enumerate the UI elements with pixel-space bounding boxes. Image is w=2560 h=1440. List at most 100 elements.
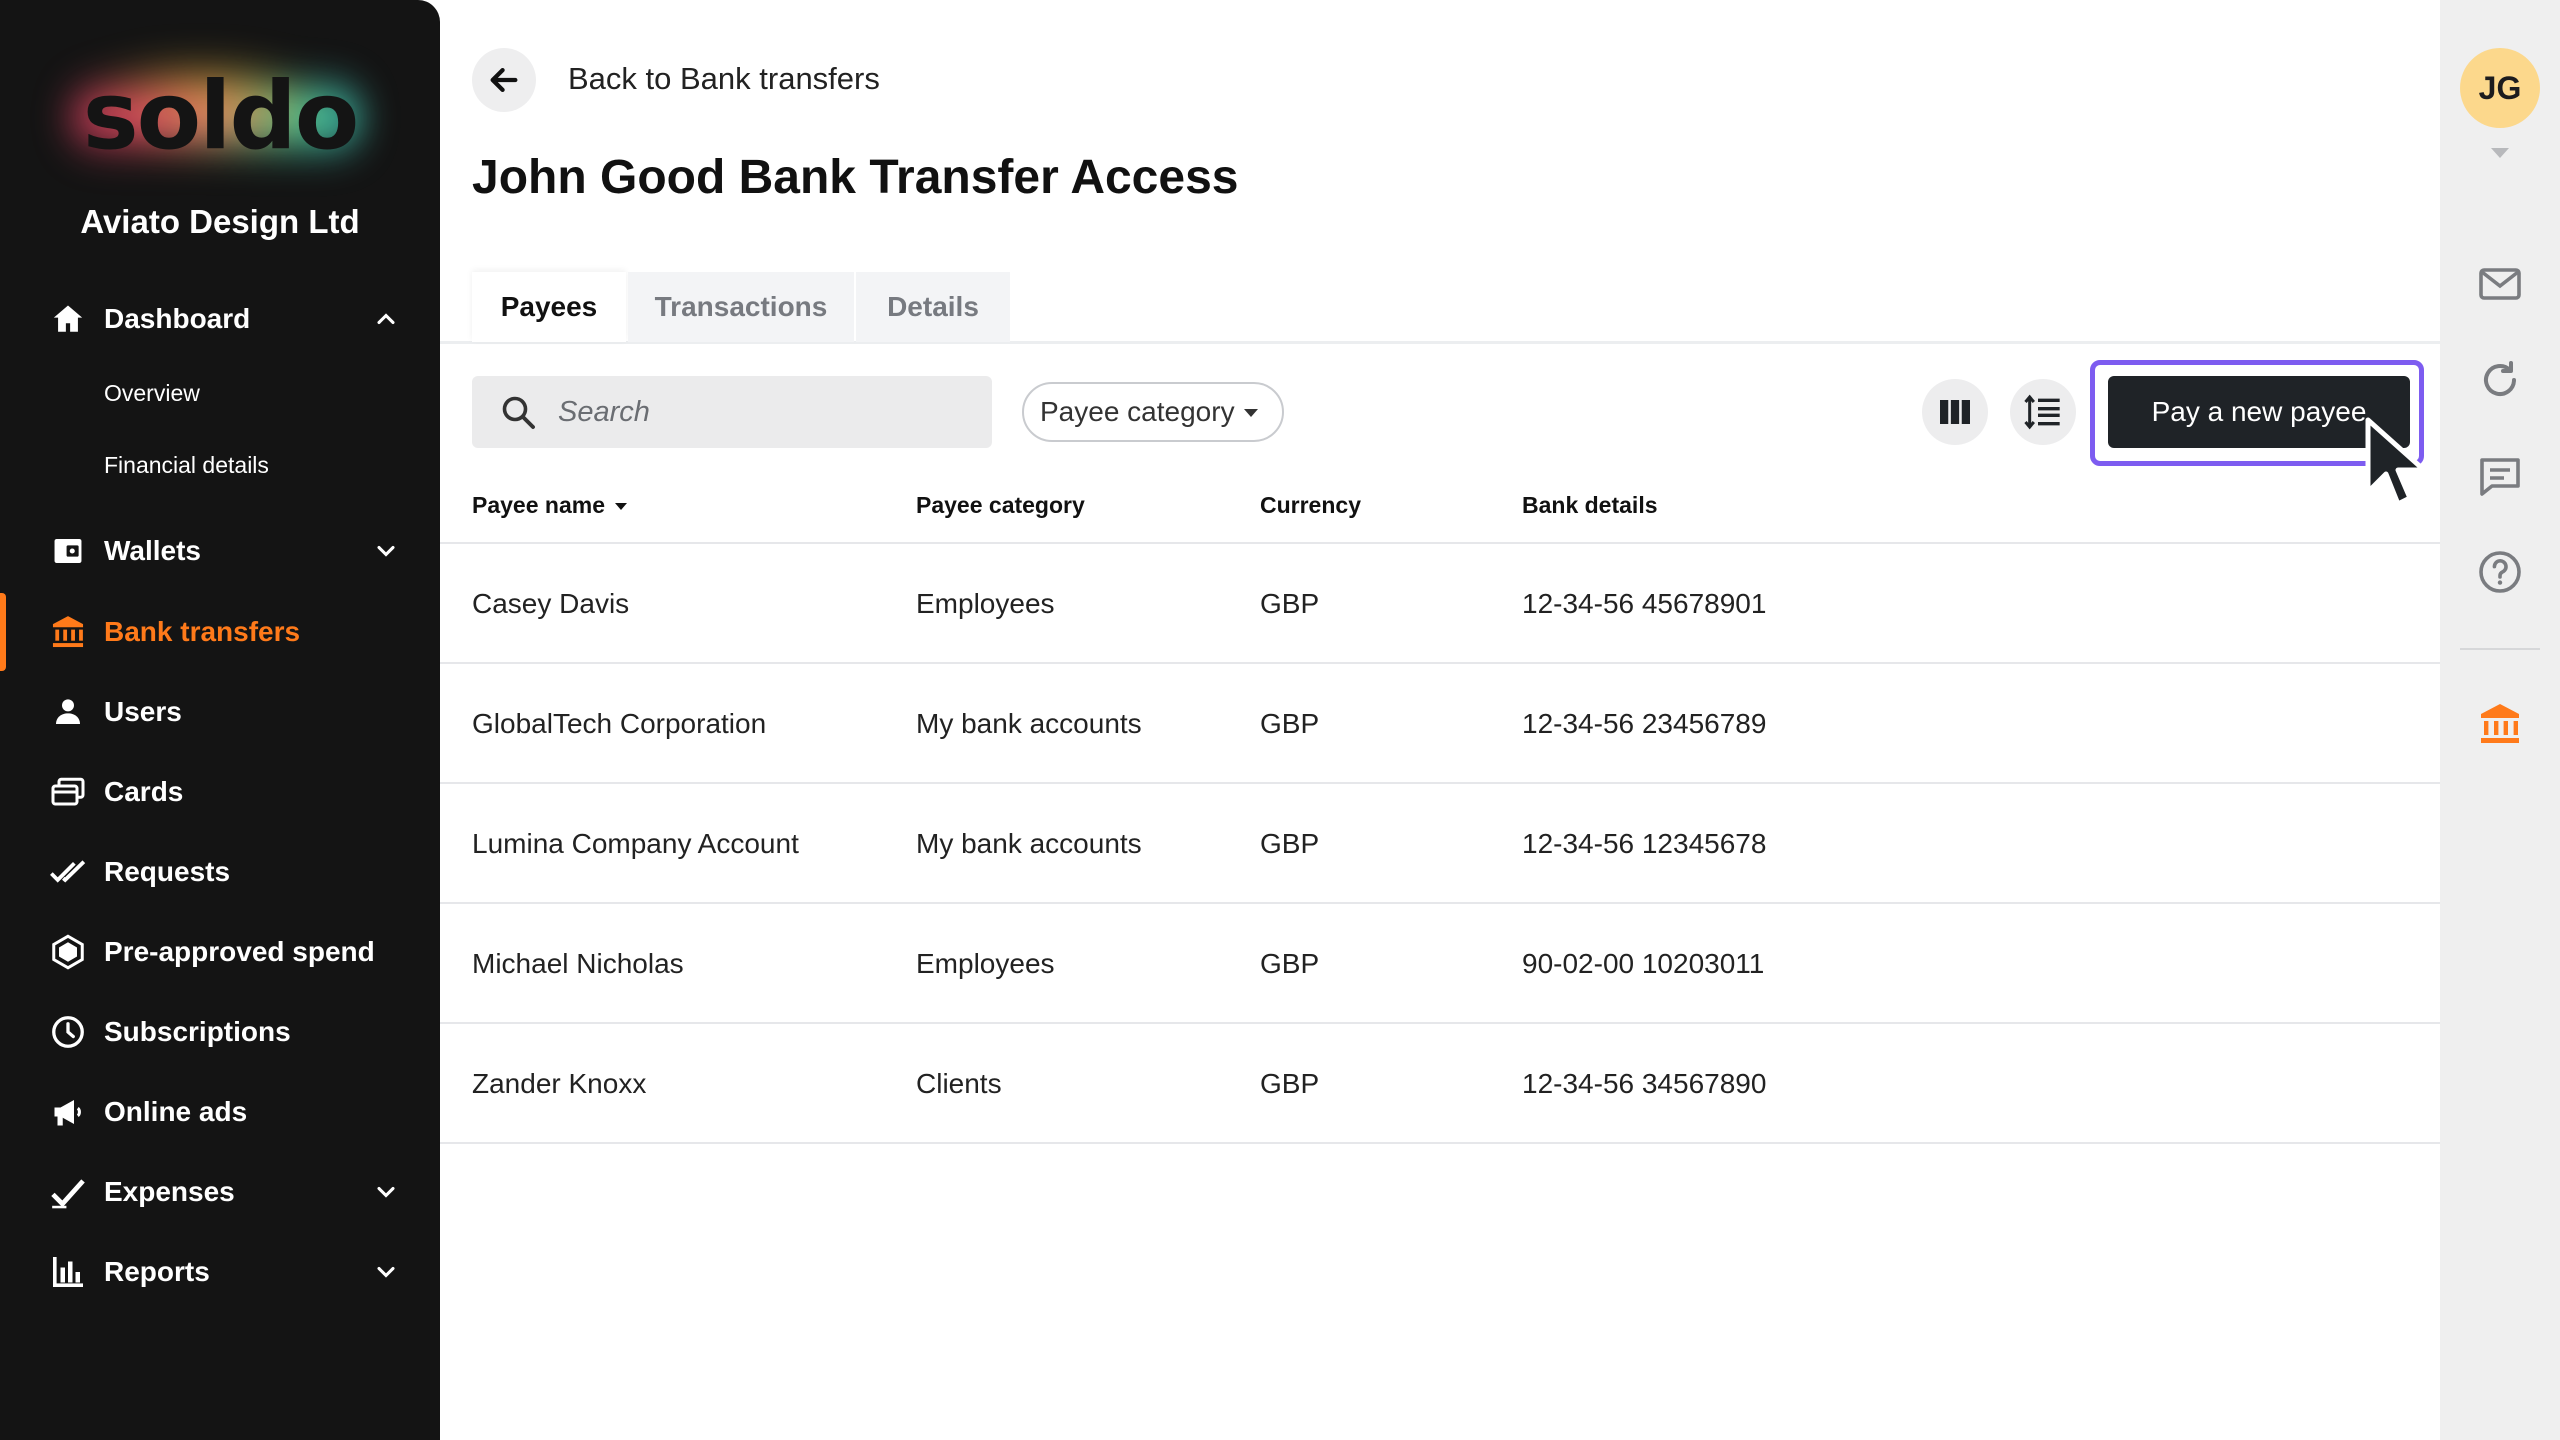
row-divider	[440, 662, 2440, 664]
search-input[interactable]	[558, 390, 958, 434]
chevron-down-icon[interactable]	[372, 1178, 400, 1206]
nav-bank-transfers[interactable]: Bank transfers	[0, 601, 440, 663]
arrow-left-icon	[490, 67, 518, 93]
cell-payee-category: My bank accounts	[916, 708, 1142, 739]
avatar-caret-icon[interactable]	[2491, 148, 2509, 158]
double-check-icon	[48, 852, 88, 892]
cell-payee-category: Employees	[916, 948, 1055, 979]
nav-wallets-label: Wallets	[104, 535, 201, 566]
row-divider	[440, 782, 2440, 784]
nav-online-ads[interactable]: Online ads	[0, 1081, 440, 1143]
chevron-down-icon[interactable]	[372, 1258, 400, 1286]
nav-wallets[interactable]: Wallets	[0, 520, 440, 582]
cell-bank-details: 12-34-56 12345678	[1522, 828, 1767, 859]
wallet-icon	[48, 531, 88, 571]
header-divider	[440, 542, 2440, 544]
nav-users-label: Users	[104, 696, 182, 727]
chat-icon[interactable]	[2476, 452, 2524, 500]
search-icon	[502, 396, 535, 429]
cell-bank-details: 12-34-56 34567890	[1522, 1068, 1767, 1099]
sort-down-icon	[614, 503, 627, 511]
line-height-icon	[2024, 394, 2060, 430]
nav-pre-approved-spend[interactable]: Pre-approved spend	[0, 921, 440, 983]
sidebar: soldo Aviato Design Ltd Dashboard Overvi…	[0, 0, 440, 1440]
nav-dashboard-label: Dashboard	[104, 303, 251, 334]
cell-payee-category: Employees	[916, 588, 1055, 619]
back-link[interactable]: Back to Bank transfers	[568, 61, 880, 97]
cell-bank-details: 90-02-00 10203011	[1522, 948, 1765, 979]
mail-icon[interactable]	[2476, 260, 2524, 308]
nav-reports[interactable]: Reports	[0, 1241, 440, 1303]
checkmark-icon	[48, 1172, 88, 1212]
cell-payee-name: Michael Nicholas	[472, 948, 684, 979]
cell-payee-category: My bank accounts	[916, 828, 1142, 859]
avatar[interactable]: JG	[2460, 48, 2540, 128]
column-header-payee-name[interactable]: Payee name	[472, 492, 627, 519]
nav-dashboard[interactable]: Dashboard	[0, 288, 440, 350]
nav-expenses[interactable]: Expenses	[0, 1161, 440, 1223]
chevron-up-icon[interactable]	[372, 305, 400, 333]
cell-payee-name: Casey Davis	[472, 588, 630, 619]
nav-online-ads-label: Online ads	[104, 1096, 248, 1127]
cell-bank-details: 12-34-56 23456789	[1522, 708, 1767, 739]
cell-currency: GBP	[1260, 708, 1320, 739]
columns-button[interactable]	[1922, 379, 1988, 445]
user-icon	[48, 692, 88, 732]
back-button[interactable]	[472, 48, 536, 112]
cell-payee-name: Zander Knoxx	[472, 1068, 647, 1099]
nav-requests-label: Requests	[104, 856, 231, 887]
row-density-button[interactable]	[2010, 379, 2076, 445]
help-icon[interactable]	[2476, 548, 2524, 596]
payee-category-filter[interactable]: Payee category	[1022, 382, 1284, 442]
column-header-currency: Currency	[1260, 492, 1361, 518]
cell-currency: GBP	[1260, 948, 1320, 979]
rail-divider	[2460, 648, 2540, 650]
nav-reports-label: Reports	[104, 1256, 210, 1287]
column-header-payee-category: Payee category	[916, 492, 1085, 518]
cell-payee-name: GlobalTech Corporation	[472, 708, 767, 739]
nav-bank-transfers-label: Bank transfers	[104, 616, 301, 647]
megaphone-icon	[48, 1092, 88, 1132]
nav-cards[interactable]: Cards	[0, 761, 440, 823]
cell-payee-category: Clients	[916, 1068, 1002, 1099]
bar-chart-icon	[48, 1252, 88, 1292]
nav-financial-details[interactable]: Financial details	[104, 452, 269, 479]
chevron-down-icon[interactable]	[372, 537, 400, 565]
refresh-icon[interactable]	[2476, 356, 2524, 404]
soldo-logo[interactable]: soldo	[60, 52, 380, 182]
mouse-cursor-icon	[2365, 417, 2427, 507]
columns-icon	[1940, 400, 1970, 424]
cell-currency: GBP	[1260, 828, 1320, 859]
row-divider	[440, 1022, 2440, 1024]
nav-cards-label: Cards	[104, 776, 184, 807]
nav-pre-approved-label: Pre-approved spend	[104, 936, 375, 967]
tab-details[interactable]: Details	[856, 272, 1010, 342]
caret-down-icon	[1244, 409, 1258, 417]
nav-expenses-label: Expenses	[104, 1176, 235, 1207]
column-header-bank-details: Bank details	[1522, 492, 1658, 518]
nav-users[interactable]: Users	[0, 681, 440, 743]
clock-icon	[48, 1012, 88, 1052]
organization-name: Aviato Design Ltd	[80, 203, 360, 240]
row-divider	[440, 902, 2440, 904]
filter-label: Payee category	[1040, 396, 1235, 427]
nav-overview[interactable]: Overview	[104, 380, 200, 407]
cell-currency: GBP	[1260, 1068, 1320, 1099]
bank-icon[interactable]	[2476, 700, 2524, 748]
bank-icon	[48, 612, 88, 652]
header-name-label: Payee name	[472, 492, 605, 518]
logo-text: soldo	[82, 62, 360, 171]
cell-currency: GBP	[1260, 588, 1320, 619]
nav-subscriptions-label: Subscriptions	[104, 1016, 291, 1047]
search-box[interactable]	[472, 376, 992, 448]
hexagon-icon	[48, 932, 88, 972]
row-divider	[440, 1142, 2440, 1144]
nav-requests[interactable]: Requests	[0, 841, 440, 903]
nav-subscriptions[interactable]: Subscriptions	[0, 1001, 440, 1063]
cards-icon	[48, 772, 88, 812]
tab-transactions[interactable]: Transactions	[628, 272, 854, 342]
page-title: John Good Bank Transfer Access	[472, 151, 1239, 204]
cell-payee-name: Lumina Company Account	[472, 828, 799, 859]
tab-payees[interactable]: Payees	[472, 272, 626, 342]
cell-bank-details: 12-34-56 45678901	[1522, 588, 1767, 619]
